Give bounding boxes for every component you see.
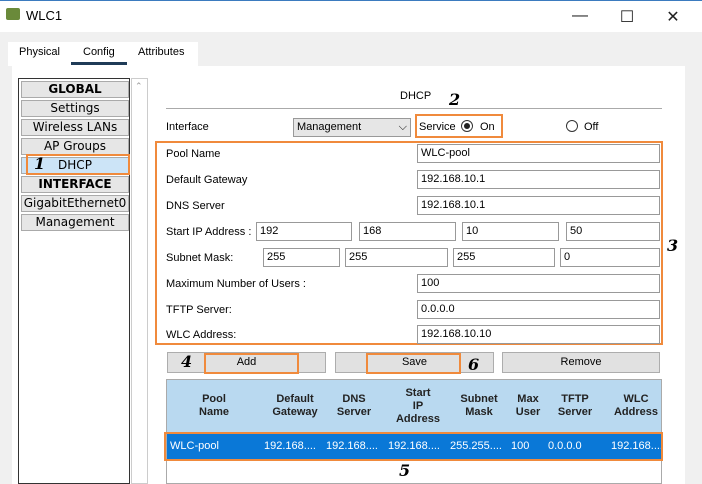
start-ip-octet-4[interactable]: 50: [566, 222, 660, 241]
annotation-box-6: [366, 353, 461, 374]
interface-label: Interface: [166, 121, 209, 133]
annotation-4: 4: [181, 352, 193, 371]
start-ip-octet-3[interactable]: 10: [462, 222, 559, 241]
service-label: Service: [419, 121, 456, 133]
pool-name-input[interactable]: WLC-pool: [417, 144, 660, 163]
mask-octet-2[interactable]: 255: [345, 248, 448, 267]
column-header[interactable]: Subnet Mask: [452, 393, 506, 419]
wlc-address-input[interactable]: 192.168.10.10: [417, 325, 660, 344]
dns-label: DNS Server: [166, 200, 225, 212]
service-on-label: On: [480, 121, 495, 133]
max-users-input[interactable]: 100: [417, 274, 660, 293]
sidebar-item-ap-groups[interactable]: AP Groups: [21, 138, 129, 155]
sidebar-item-wireless-lans[interactable]: Wireless LANs: [21, 119, 129, 136]
annotation-box-4: [204, 353, 299, 374]
wlc-address-label: WLC Address:: [166, 329, 237, 341]
mask-octet-3[interactable]: 255: [453, 248, 555, 267]
interface-select[interactable]: Management ⌵: [293, 118, 411, 137]
column-header[interactable]: Pool Name: [186, 393, 242, 419]
tftp-label: TFTP Server:: [166, 304, 232, 316]
mask-octet-4[interactable]: 0: [560, 248, 660, 267]
start-ip-label: Start IP Address :: [166, 226, 252, 238]
mask-label: Subnet Mask:: [166, 252, 234, 264]
pool-name-label: Pool Name: [166, 148, 221, 160]
start-ip-octet-1[interactable]: 192: [256, 222, 352, 241]
column-header[interactable]: Start IP Address: [392, 387, 444, 426]
divider: [166, 108, 662, 109]
window-title: WLC1: [26, 8, 63, 23]
annotation-3: 3: [667, 236, 679, 255]
column-header[interactable]: WLC Address: [610, 393, 662, 419]
column-header[interactable]: Max User: [512, 393, 544, 419]
interface-value: Management: [297, 121, 362, 133]
annotation-2: 2: [449, 90, 461, 109]
column-header[interactable]: TFTP Server: [547, 393, 603, 419]
chevron-down-icon: ⌵: [398, 121, 407, 133]
sidebar-item-settings[interactable]: Settings: [21, 100, 129, 117]
max-users-label: Maximum Number of Users :: [166, 278, 306, 290]
annotation-6: 6: [468, 355, 480, 374]
service-on-radio[interactable]: [461, 120, 473, 132]
sidebar-scrollbar[interactable]: ⌃: [131, 78, 148, 484]
app-icon: [6, 8, 20, 20]
column-header[interactable]: Default Gateway: [265, 393, 325, 419]
gateway-label: Default Gateway: [166, 174, 248, 186]
sidebar-header-global: GLOBAL: [21, 81, 129, 98]
close-button[interactable]: ✕: [658, 7, 688, 27]
dns-input[interactable]: 192.168.10.1: [417, 196, 660, 215]
tab-config[interactable]: Config: [83, 46, 115, 58]
service-off-label: Off: [584, 121, 599, 133]
remove-button[interactable]: Remove: [502, 352, 660, 373]
maximize-button[interactable]: ☐: [612, 7, 642, 27]
annotation-5: 5: [399, 461, 411, 480]
title-bar: WLC1 — ☐ ✕: [0, 0, 702, 32]
sidebar-item-management[interactable]: Management: [21, 214, 129, 231]
tab-config-underline: [71, 62, 127, 65]
minimize-button[interactable]: —: [565, 7, 595, 25]
start-ip-octet-2[interactable]: 168: [359, 222, 456, 241]
gateway-input[interactable]: 192.168.10.1: [417, 170, 660, 189]
annotation-1: 1: [34, 154, 46, 173]
annotation-box-5: [164, 432, 663, 461]
sidebar-item-gigabitethernet0[interactable]: GigabitEthernet0: [21, 195, 129, 212]
mask-octet-1[interactable]: 255: [263, 248, 340, 267]
sidebar: GLOBAL Settings Wireless LANs AP Groups …: [18, 78, 130, 484]
sidebar-header-interface: INTERFACE: [21, 176, 129, 193]
service-off-radio[interactable]: [566, 120, 578, 132]
tftp-input[interactable]: 0.0.0.0: [417, 300, 660, 319]
column-header[interactable]: DNS Server: [330, 393, 378, 419]
tab-attributes[interactable]: Attributes: [138, 46, 184, 58]
tab-physical[interactable]: Physical: [19, 46, 60, 58]
dhcp-title: DHCP: [400, 90, 432, 102]
